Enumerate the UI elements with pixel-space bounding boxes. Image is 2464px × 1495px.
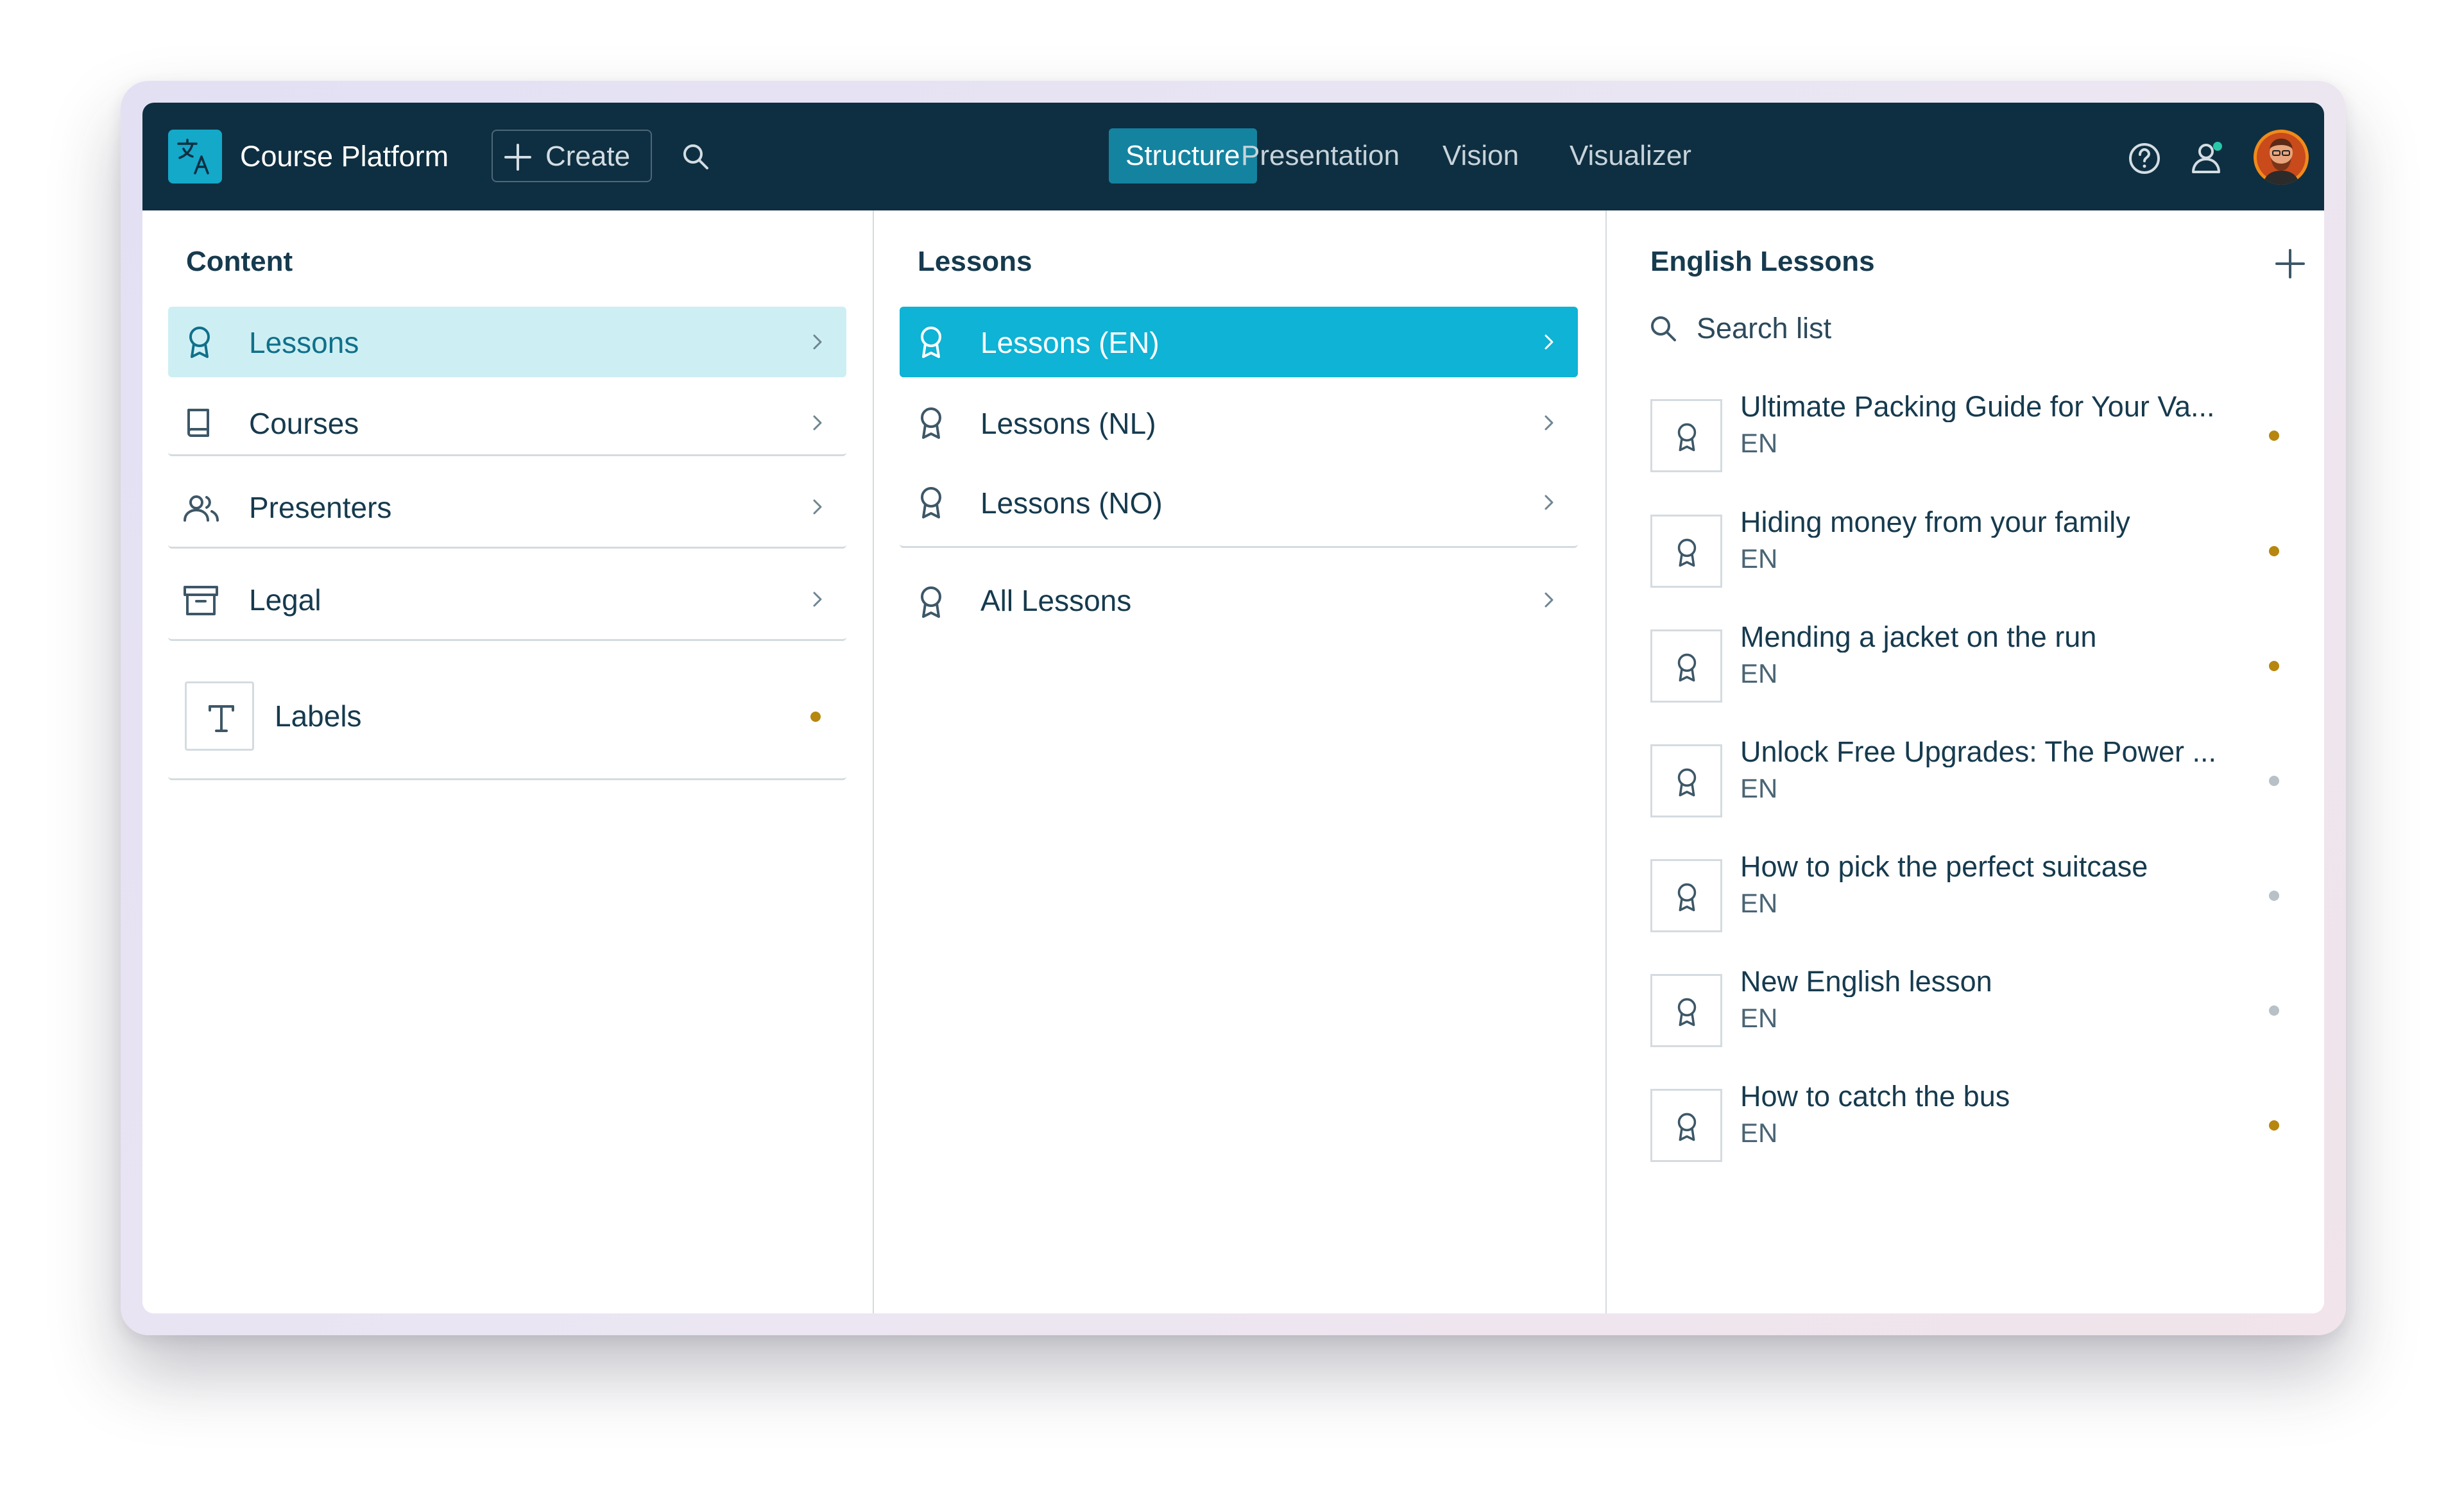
tab-visualizer[interactable]: Visualizer (1553, 128, 1708, 184)
list-item-language: EN (1740, 543, 1778, 574)
list-item-title: Ultimate Packing Guide for Your Va... (1740, 391, 2215, 422)
list-item[interactable]: How to pick the perfect suitcase EN (1650, 851, 2305, 941)
lessons-item-all[interactable]: All Lessons (900, 561, 1578, 642)
list-item-title: Mending a jacket on the run (1740, 622, 2097, 653)
add-icon[interactable] (2274, 248, 2306, 280)
award-icon (921, 487, 941, 518)
list-item-title: How to pick the perfect suitcase (1740, 851, 2148, 882)
lessons-item-label: Lessons (NO) (980, 486, 1163, 520)
chevron-right-icon (813, 334, 822, 350)
status-dot-changed (2269, 431, 2279, 441)
lessons-item-label: Lessons (NL) (980, 407, 1156, 440)
content-item-courses[interactable]: Courses (168, 388, 846, 456)
text-icon (185, 681, 254, 751)
content-item-presenters[interactable]: Presenters (168, 469, 846, 549)
app-title: Course Platform (240, 140, 449, 173)
book-icon (187, 409, 209, 437)
english-lessons-pane: English Lessons Search list Ultimate Pac… (1607, 210, 2324, 1313)
award-icon (1650, 744, 1722, 817)
presence-icon[interactable] (2189, 139, 2228, 177)
list-item[interactable]: New English lesson EN (1650, 966, 2305, 1056)
top-bar: Course Platform Create Structure Present… (142, 103, 2324, 210)
lessons-pane-title: Lessons (918, 246, 1032, 277)
search-icon[interactable] (680, 141, 711, 172)
list-item-language: EN (1740, 773, 1778, 803)
award-icon (189, 327, 210, 358)
translate-logo-icon[interactable] (168, 130, 222, 184)
content-item-label: Legal (249, 583, 321, 617)
chevron-right-icon (1544, 334, 1553, 350)
award-icon (921, 407, 941, 439)
english-lessons-title: English Lessons (1650, 246, 1875, 277)
archive-icon (184, 586, 218, 615)
lessons-item-en[interactable]: Lessons (EN) (900, 307, 1578, 377)
lessons-pane: Lessons Lessons (EN) Lessons (NL) Lesson… (874, 210, 1607, 1313)
chevron-right-icon (813, 592, 822, 607)
search-list-placeholder: Search list (1697, 312, 1832, 345)
chevron-right-icon (1544, 592, 1553, 608)
award-icon (1650, 515, 1722, 588)
tab-presentation[interactable]: Presentation (1224, 128, 1416, 184)
chevron-right-icon (813, 415, 822, 431)
avatar[interactable] (2254, 130, 2309, 185)
content-item-label: Labels (275, 699, 362, 733)
lessons-item-nl[interactable]: Lessons (NL) (900, 388, 1578, 458)
status-dot-changed (2269, 661, 2279, 671)
help-icon[interactable] (2127, 141, 2162, 176)
chevron-right-icon (813, 499, 822, 515)
users-icon (184, 495, 219, 522)
lessons-item-label: Lessons (EN) (980, 326, 1159, 359)
list-item-language: EN (1740, 888, 1778, 918)
status-dot-unpublished (2269, 891, 2279, 901)
list-item[interactable]: Unlock Free Upgrades: The Power ... EN (1650, 737, 2305, 826)
content-pane-title: Content (186, 246, 293, 277)
list-item-language: EN (1740, 658, 1778, 688)
award-icon (1650, 974, 1722, 1047)
award-icon (1650, 1089, 1722, 1162)
list-item-title: New English lesson (1740, 966, 1992, 997)
plus-icon (504, 144, 531, 171)
content-item-label: Presenters (249, 491, 392, 524)
lessons-item-no[interactable]: Lessons (NO) (900, 467, 1578, 548)
chevron-right-icon (1544, 495, 1553, 510)
create-button[interactable]: Create (492, 130, 652, 182)
status-dot-unpublished (2269, 776, 2279, 786)
status-dot-changed (2269, 546, 2279, 556)
list-item[interactable]: How to catch the bus EN (1650, 1081, 2305, 1171)
status-dot-changed (2269, 1120, 2279, 1131)
content-item-legal[interactable]: Legal (168, 560, 846, 641)
list-item-language: EN (1740, 1003, 1778, 1033)
search-list-field[interactable]: Search list (1648, 313, 1831, 347)
create-button-label: Create (545, 141, 631, 172)
award-icon (1650, 629, 1722, 703)
content-item-label: Lessons (249, 326, 359, 359)
lessons-item-label: All Lessons (980, 584, 1132, 617)
content-item-label: Courses (249, 407, 359, 440)
list-item-language: EN (1740, 1118, 1778, 1148)
tab-vision[interactable]: Vision (1426, 128, 1536, 184)
list-item-title: How to catch the bus (1740, 1081, 2010, 1112)
chevron-right-icon (1544, 415, 1553, 431)
award-icon (1650, 399, 1722, 472)
award-icon (1650, 859, 1722, 932)
status-dot-unpublished (2269, 1005, 2279, 1016)
list-item[interactable]: Hiding money from your family EN (1650, 507, 2305, 597)
list-item-title: Unlock Free Upgrades: The Power ... (1740, 737, 2216, 767)
content-item-lessons[interactable]: Lessons (168, 307, 846, 377)
content-pane: Content Lessons Courses Presenters Legal… (142, 210, 874, 1313)
list-item-language: EN (1740, 428, 1778, 458)
app-window: Course Platform Create Structure Present… (142, 103, 2324, 1313)
list-item[interactable]: Mending a jacket on the run EN (1650, 622, 2305, 712)
award-icon (921, 327, 941, 358)
award-icon (921, 586, 941, 618)
list-item-title: Hiding money from your family (1740, 507, 2130, 538)
status-dot-changed (810, 712, 821, 722)
search-icon (1651, 316, 1676, 341)
content-item-labels[interactable]: Labels (168, 653, 846, 780)
window-frame: Course Platform Create Structure Present… (121, 81, 2346, 1335)
list-item[interactable]: Ultimate Packing Guide for Your Va... EN (1650, 391, 2305, 481)
